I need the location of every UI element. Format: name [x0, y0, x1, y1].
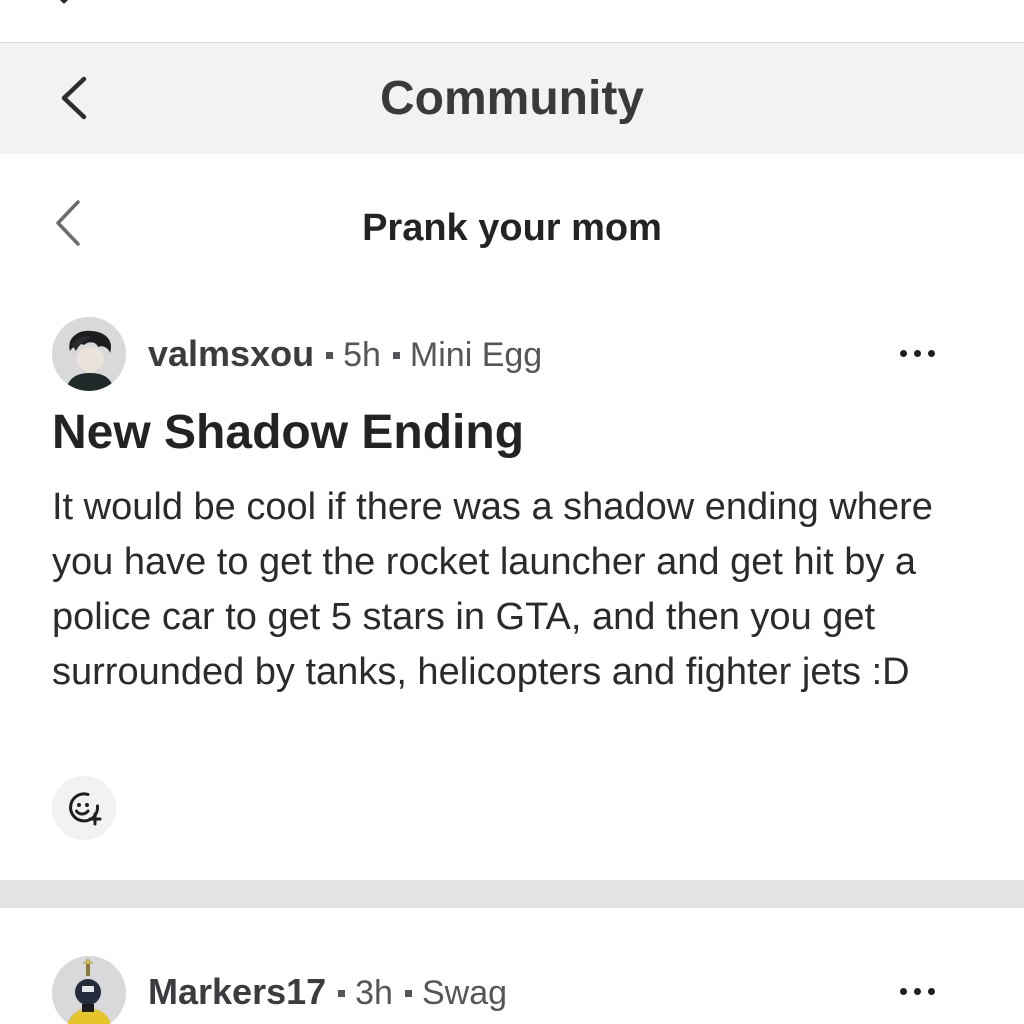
top-toolbar-strip — [0, 0, 1024, 43]
separator-dot — [326, 351, 334, 359]
post-card[interactable]: valmsxou 5h Mini Egg New Shadow Ending It … — [0, 294, 1024, 880]
post-body[interactable]: It would be cool if there was a shadow e… — [52, 480, 962, 700]
community-header: Community — [0, 43, 1024, 154]
close-icon[interactable] — [52, 0, 102, 8]
more-options-icon[interactable] — [898, 976, 938, 1006]
separator-dot — [338, 989, 346, 997]
avatar-image-icon — [52, 956, 126, 1024]
separator-dot — [404, 989, 412, 997]
post-time: 3h — [355, 974, 393, 1012]
more-options-icon[interactable] — [898, 338, 938, 368]
avatar[interactable] — [52, 317, 126, 391]
post-meta: valmsxou 5h Mini Egg — [148, 334, 542, 375]
group-header: Prank your mom — [0, 154, 1024, 294]
screen: Community Prank your mom valmsxou 5h Mini … — [0, 0, 1024, 1024]
post-category[interactable]: Swag — [422, 974, 507, 1012]
post-title[interactable]: New Shadow Ending — [52, 404, 524, 462]
group-title: Prank your mom — [362, 207, 662, 249]
post-divider — [0, 880, 1024, 908]
post-category[interactable]: Mini Egg — [410, 336, 542, 374]
post-time: 5h — [343, 336, 381, 374]
avatar[interactable] — [52, 956, 126, 1024]
post-meta: Markers17 3h Swag — [148, 972, 507, 1013]
post-card[interactable]: Markers17 3h Swag — [0, 908, 1024, 1024]
username[interactable]: Markers17 — [148, 971, 326, 1012]
add-reaction-button[interactable] — [52, 776, 116, 840]
avatar-image-icon — [52, 317, 126, 391]
add-reaction-icon — [69, 792, 102, 826]
username[interactable]: valmsxou — [148, 333, 314, 374]
page-title: Community — [380, 72, 644, 125]
separator-dot — [392, 351, 400, 359]
